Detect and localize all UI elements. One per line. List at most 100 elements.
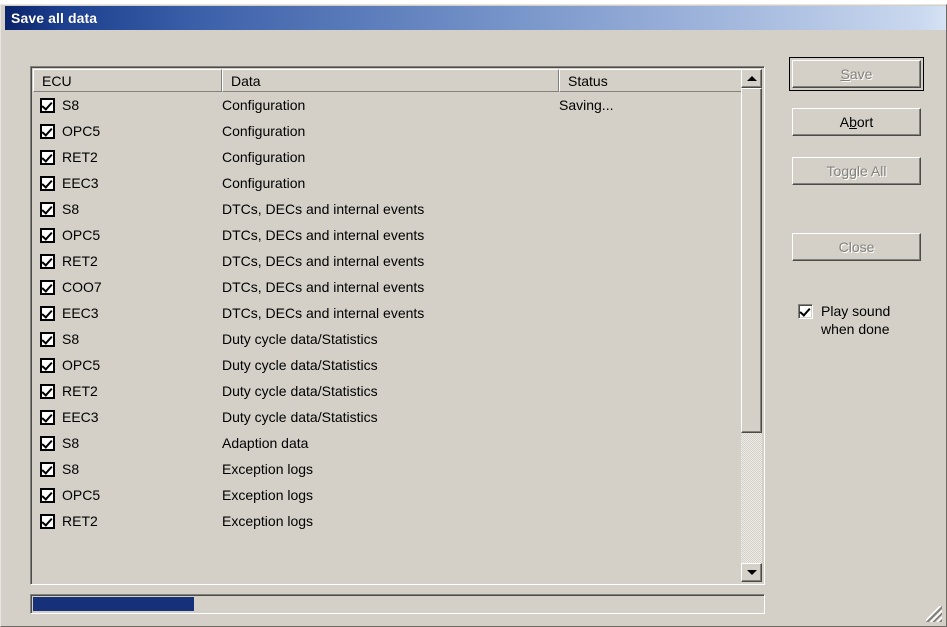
scrollbar-thumb[interactable] (741, 88, 762, 433)
row-data-cell: Exception logs (222, 487, 314, 503)
row-ecu-label: S8 (62, 331, 80, 347)
toggle-all-button-label: Toggle All (826, 163, 887, 179)
list-vertical-scrollbar[interactable] (741, 69, 762, 582)
column-header-data[interactable]: Data (222, 69, 559, 92)
row-ecu-label: COO7 (62, 279, 102, 295)
save-progress-bar (30, 594, 765, 614)
row-data-cell: Duty cycle data/Statistics (222, 409, 378, 425)
row-checkbox[interactable] (40, 97, 55, 113)
row-checkbox[interactable] (40, 383, 55, 399)
row-data-cell: Adaption data (222, 435, 309, 451)
title-bar[interactable]: Save all data (5, 6, 946, 30)
row-ecu-cell: S8 (33, 331, 222, 347)
resize-grip[interactable] (926, 606, 942, 622)
row-ecu-cell: OPC5 (33, 227, 222, 243)
table-row[interactable]: OPC5 DTCs, DECs and internal events (33, 222, 741, 248)
row-ecu-label: OPC5 (62, 227, 101, 243)
table-row[interactable]: EEC3 DTCs, DECs and internal events (33, 300, 741, 326)
row-ecu-label: RET2 (62, 383, 98, 399)
table-row[interactable]: COO7 DTCs, DECs and internal events (33, 274, 741, 300)
row-ecu-label: S8 (62, 201, 80, 217)
row-data-cell: Configuration (222, 123, 306, 139)
scroll-up-arrow-icon (746, 76, 757, 81)
table-row[interactable]: RET2 Configuration (33, 144, 741, 170)
row-checkbox[interactable] (40, 435, 55, 451)
row-ecu-label: OPC5 (62, 123, 101, 139)
table-row[interactable]: OPC5 Exception logs (33, 482, 741, 508)
abort-button-label: Abort (839, 114, 874, 130)
row-ecu-label: OPC5 (62, 487, 101, 503)
row-checkbox[interactable] (40, 149, 55, 165)
row-data-cell: Exception logs (222, 513, 314, 529)
row-data-cell: Exception logs (222, 461, 314, 477)
row-ecu-cell: S8 (33, 97, 222, 113)
row-ecu-label: RET2 (62, 253, 98, 269)
row-status-cell: Saving... (559, 97, 614, 113)
play-sound-checkbox-label: Play sound when done (821, 302, 890, 338)
table-row[interactable]: RET2 Exception logs (33, 508, 741, 534)
play-sound-checkbox-box[interactable] (798, 304, 813, 319)
row-checkbox[interactable] (40, 305, 55, 321)
row-ecu-label: EEC3 (62, 305, 99, 321)
row-ecu-label: EEC3 (62, 409, 99, 425)
column-header-status[interactable]: Status (559, 69, 742, 92)
row-data-cell: DTCs, DECs and internal events (222, 253, 425, 269)
column-header-ecu-label: ECU (42, 72, 72, 89)
row-checkbox[interactable] (40, 513, 55, 529)
row-data-cell: DTCs, DECs and internal events (222, 227, 425, 243)
row-checkbox[interactable] (40, 279, 55, 295)
window-title: Save all data (11, 10, 98, 26)
row-data-cell: Configuration (222, 149, 306, 165)
row-checkbox[interactable] (40, 253, 55, 269)
table-row[interactable]: S8 Configuration Saving... (33, 92, 741, 118)
table-row[interactable]: OPC5 Configuration (33, 118, 741, 144)
row-checkbox[interactable] (40, 357, 55, 373)
scroll-down-arrow-button[interactable] (741, 563, 762, 582)
row-checkbox[interactable] (40, 461, 55, 477)
row-ecu-label: S8 (62, 461, 80, 477)
table-row[interactable]: RET2 Duty cycle data/Statistics (33, 378, 741, 404)
list-header-row: ECU Data Status (33, 69, 762, 92)
column-header-ecu[interactable]: ECU (33, 69, 222, 92)
list-rows-container: S8 Configuration Saving... OPC5 Configuratio… (33, 92, 741, 582)
row-data-cell: Duty cycle data/Statistics (222, 357, 378, 373)
table-row[interactable]: RET2 DTCs, DECs and internal events (33, 248, 741, 274)
row-ecu-label: RET2 (62, 149, 98, 165)
row-checkbox[interactable] (40, 227, 55, 243)
abort-button[interactable]: Abort (792, 108, 921, 136)
row-data-cell: Configuration (222, 97, 306, 113)
row-ecu-label: RET2 (62, 513, 98, 529)
row-checkbox[interactable] (40, 487, 55, 503)
row-ecu-cell: S8 (33, 461, 222, 477)
data-list-view[interactable]: ECU Data Status S8 Configuration Saving...… (30, 66, 765, 585)
row-data-cell: Duty cycle data/Statistics (222, 331, 378, 347)
save-all-data-dialog: Save all data ECU Data Status S8 Configur… (0, 4, 947, 627)
row-ecu-cell: EEC3 (33, 305, 222, 321)
table-row[interactable]: EEC3 Configuration (33, 170, 741, 196)
row-checkbox[interactable] (40, 123, 55, 139)
table-row[interactable]: S8 Exception logs (33, 456, 741, 482)
play-sound-when-done-checkbox[interactable]: Play sound when done (798, 302, 938, 338)
row-ecu-label: S8 (62, 435, 80, 451)
column-header-data-label: Data (231, 72, 261, 89)
row-checkbox[interactable] (40, 409, 55, 425)
toggle-all-button[interactable]: Toggle All (792, 157, 921, 185)
table-row[interactable]: S8 Duty cycle data/Statistics (33, 326, 741, 352)
row-data-cell: DTCs, DECs and internal events (222, 201, 425, 217)
scroll-down-arrow-icon (746, 570, 757, 575)
row-checkbox[interactable] (40, 175, 55, 191)
close-button[interactable]: Close (792, 233, 921, 261)
close-button-label: Close (838, 239, 875, 255)
save-button[interactable]: Save (789, 57, 924, 91)
dialog-client-area: ECU Data Status S8 Configuration Saving...… (3, 30, 944, 624)
row-checkbox[interactable] (40, 331, 55, 347)
row-ecu-cell: S8 (33, 435, 222, 451)
row-ecu-cell: RET2 (33, 513, 222, 529)
row-checkbox[interactable] (40, 201, 55, 217)
table-row[interactable]: EEC3 Duty cycle data/Statistics (33, 404, 741, 430)
table-row[interactable]: OPC5 Duty cycle data/Statistics (33, 352, 741, 378)
table-row[interactable]: S8 Adaption data (33, 430, 741, 456)
save-progress-bar-fill (33, 597, 195, 611)
table-row[interactable]: S8 DTCs, DECs and internal events (33, 196, 741, 222)
scroll-up-arrow-button[interactable] (741, 69, 762, 88)
